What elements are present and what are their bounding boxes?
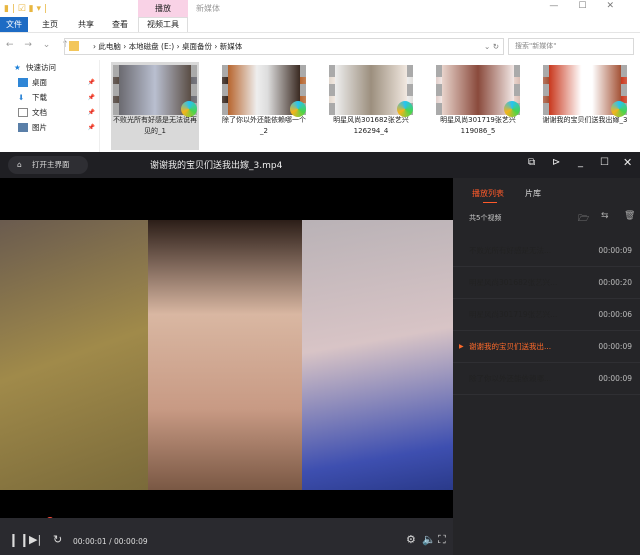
tab-library[interactable]: 片库 [525,188,541,199]
video-frame-right [302,220,453,490]
file-item[interactable]: 谢谢我的宝贝们送我出嫁_3 [541,62,629,150]
playlist-item[interactable]: 明星风尚301682张艺兴... 00:00:20 [453,267,640,299]
playlist-item-current[interactable]: ▶ 谢谢我的宝贝们送我出... 00:00:09 [453,331,640,363]
folder-icon [69,41,79,51]
tab-home[interactable]: 主页 [36,17,64,32]
player-logo-icon [397,101,413,117]
settings-icon[interactable]: ⚙ [406,533,416,546]
breadcrumb-item[interactable]: 新媒体 [220,42,243,51]
playing-indicator-icon: ▶ [459,343,464,350]
window-title: 新媒体 [196,4,220,13]
quick-access-toolbar[interactable]: ▮ | ☑ ▮ ▾ | [4,4,47,14]
sidebar-item-downloads[interactable]: ⬇ 下载 📌 [0,90,99,105]
control-bar [0,518,453,555]
pin-icon: 📌 [87,124,95,131]
video-frame-left [0,220,148,490]
tab-share[interactable]: 共享 [72,17,100,32]
sort-icon[interactable]: ⇆ [601,211,609,221]
playlist-item[interactable]: 除了你以外还能依赖哪... 00:00:09 [453,363,640,395]
file-item[interactable]: 除了你以外还能依赖哪一个_2 [220,62,308,150]
video-thumbnail [222,65,306,117]
close-button[interactable]: ✕ [623,156,632,169]
sidebar-item-documents[interactable]: 文档 📌 [0,105,99,120]
sidebar-item-desktop[interactable]: 桌面 📌 [0,75,99,90]
open-main-button[interactable]: ⌂ 打开主界面 [8,156,88,174]
search-input[interactable]: 搜索"新媒体" [508,38,634,55]
video-thumbnail [436,65,520,117]
pin-icon: 📌 [87,109,95,116]
player-logo-icon [611,101,627,117]
time-display: 00:00:01 / 00:00:09 [73,537,148,546]
file-item[interactable]: 明星风尚301719张艺兴119086_5 [434,62,522,150]
maximize-button[interactable]: ☐ [600,157,609,168]
tab-file[interactable]: 文件 [0,17,28,32]
breadcrumb-item[interactable]: 本地磁盘 (E:) [129,42,175,51]
pin-icon: 📌 [87,79,95,86]
file-item[interactable]: 不败光所有好感是无法说再见的_1 [111,62,199,150]
document-icon [18,108,28,117]
breadcrumb-item[interactable]: 此电脑 [98,42,121,51]
tab-video-tools[interactable]: 视频工具 [138,17,188,32]
fullscreen-icon[interactable]: ⛶ [438,533,446,547]
nav-buttons[interactable]: ← → ⌄ ↑ [6,40,73,50]
breadcrumb-item[interactable]: 桌面备份 [182,42,212,51]
player-logo-icon [504,101,520,117]
loop-mode-icon[interactable]: ↻ [53,533,62,546]
address-bar[interactable]: › 此电脑 › 本地磁盘 (E:) › 桌面备份 › 新媒体 ⌄ ↻ [64,38,504,55]
star-icon: ★ [14,63,21,72]
playlist-item[interactable]: 明星风尚301719张艺兴... 00:00:06 [453,299,640,331]
pin-icon: 📌 [87,94,95,101]
pin-top-icon[interactable]: ⊳ [552,157,560,168]
picture-icon [18,123,28,132]
video-thumbnail [543,65,627,117]
minimize-button[interactable]: _ [578,157,583,168]
home-icon: ⌂ [17,160,22,169]
delete-icon[interactable]: 🗑 [624,211,635,221]
download-icon: ⬇ [18,93,25,102]
open-folder-icon[interactable]: 🗁 [578,211,589,227]
refresh-icon[interactable]: ⌄ ↻ [484,39,499,54]
player-logo-icon [290,101,306,117]
tab-underline [483,202,497,203]
sidebar-item-quick-access[interactable]: ★ 快速访问 [0,60,99,75]
video-title: 谢谢我的宝贝们送我出嫁_3.mp4 [150,161,283,171]
next-button[interactable]: ▶| [29,533,41,546]
volume-icon[interactable]: 🔈 [422,533,436,546]
video-thumbnail [329,65,413,117]
video-thumbnail [113,65,197,117]
tab-view[interactable]: 查看 [106,17,134,32]
context-tab-group[interactable]: 播放 视频工具 [138,0,188,32]
window-controls[interactable]: —☐✕ [549,1,634,11]
pause-button[interactable]: ❙❙ [8,533,30,548]
mini-mode-icon[interactable]: ⧉ [528,157,535,168]
file-item[interactable]: 明星风尚301682张艺兴126294_4 [327,62,415,150]
video-count: 共5个视频 [469,214,502,222]
player-title-bar [0,152,640,178]
nav-pane: ★ 快速访问 桌面 📌 ⬇ 下载 📌 文档 📌 图片 📌 [0,60,100,152]
tab-playlist[interactable]: 播放列表 [472,188,504,199]
sidebar-item-pictures[interactable]: 图片 📌 [0,120,99,135]
context-tab-play[interactable]: 播放 [138,3,188,14]
playlist-item[interactable]: 不败光所有好感是无法... 00:00:09 [453,235,640,267]
player-logo-icon [181,101,197,117]
video-frame-center [148,220,302,490]
desktop-icon [18,78,28,87]
